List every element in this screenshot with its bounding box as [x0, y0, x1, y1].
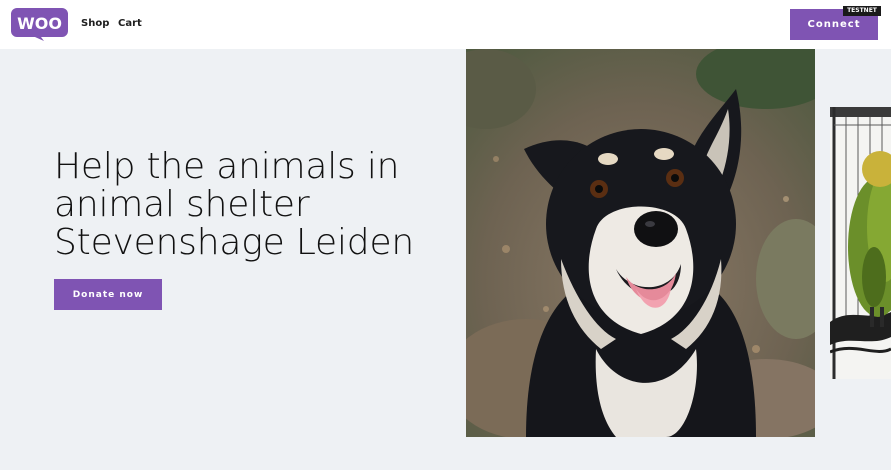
dog-photo: [466, 49, 815, 437]
donate-now-button[interactable]: Donate now: [54, 279, 162, 310]
headline-line-2: animal shelter: [54, 184, 310, 225]
page-bottom-strip: [0, 470, 891, 474]
nav-shop-link[interactable]: Shop: [81, 18, 109, 29]
testnet-badge: TESTNET: [843, 6, 881, 16]
svg-text:WOO: WOO: [17, 14, 62, 33]
nav-cart-link[interactable]: Cart: [118, 18, 142, 29]
woo-logo[interactable]: WOO: [11, 8, 68, 41]
headline-line-1: Help the animals in: [54, 146, 400, 187]
site-header: WOO Shop Cart Connect TESTNET: [0, 0, 891, 49]
headline-line-3: Stevenshage Leiden: [54, 222, 415, 263]
hero-headline: Help the animals in animal shelter Steve…: [54, 148, 454, 262]
parrot-photo: [830, 107, 891, 379]
